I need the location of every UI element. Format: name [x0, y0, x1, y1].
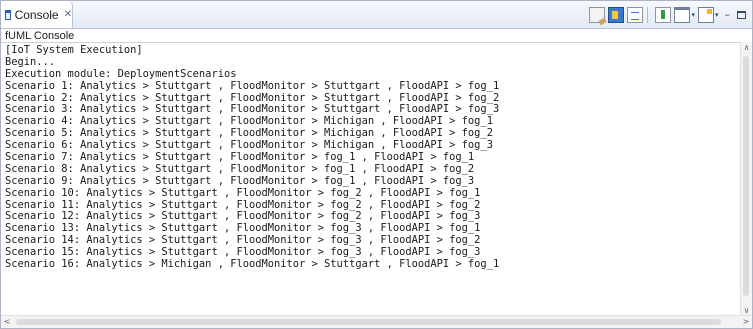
open-console-dropdown-icon[interactable]: ▾: [715, 11, 719, 19]
scroll-lock-icon[interactable]: [608, 7, 625, 23]
word-wrap-icon[interactable]: [627, 7, 644, 23]
open-console-icon[interactable]: [697, 7, 714, 23]
console-toolbar: ▾ ▾ –: [586, 5, 746, 25]
console-line: Scenario 1: Analytics > Stuttgart , Floo…: [5, 79, 500, 92]
clear-console-icon[interactable]: [589, 7, 606, 23]
horizontal-scrollbar[interactable]: < >: [1, 315, 752, 328]
console-output-lines: [IoT System Execution] Begin... Execution …: [1, 43, 741, 271]
vertical-scrollbar[interactable]: ∧ ∨: [740, 42, 752, 316]
toolbar-separator: [647, 7, 649, 23]
display-console-dropdown-icon[interactable]: ▾: [691, 11, 695, 19]
view-tab-strip: Console ✕ ▾ ▾ –: [1, 1, 752, 29]
scroll-left-arrow-icon[interactable]: <: [1, 316, 13, 328]
pin-console-icon[interactable]: [655, 7, 672, 23]
console-line: Scenario 10: Analytics > Stuttgart , Flo…: [5, 186, 481, 199]
console-output[interactable]: [IoT System Execution] Begin... Execution …: [1, 42, 741, 317]
display-selected-console-icon[interactable]: [674, 7, 691, 23]
horizontal-scroll-thumb[interactable]: [16, 319, 721, 325]
tab-console[interactable]: Console ✕: [1, 1, 73, 28]
close-icon[interactable]: ✕: [64, 9, 72, 20]
console-line: Execution module: DeploymentScenarios: [5, 67, 237, 80]
minimize-icon[interactable]: –: [725, 9, 731, 21]
console-line: Scenario 8: Analytics > Stuttgart , Floo…: [5, 162, 475, 175]
console-line: [IoT System Execution]: [5, 44, 143, 56]
vertical-scroll-thumb[interactable]: [743, 56, 749, 296]
console-view: Console ✕ ▾ ▾ – fUML Console [IoT System…: [0, 0, 753, 329]
scroll-right-arrow-icon[interactable]: >: [740, 316, 752, 328]
console-line: Begin...: [5, 55, 56, 68]
console-line: Scenario 16: Analytics > Michigan , Floo…: [5, 258, 500, 271]
maximize-icon[interactable]: [737, 11, 746, 19]
console-line: Scenario 9: Analytics > Stuttgart , Floo…: [5, 174, 475, 187]
tab-console-label: Console: [14, 7, 59, 22]
console-name-label: fUML Console: [5, 30, 75, 42]
scroll-up-arrow-icon[interactable]: ∧: [741, 42, 752, 53]
console-icon: [5, 9, 11, 20]
